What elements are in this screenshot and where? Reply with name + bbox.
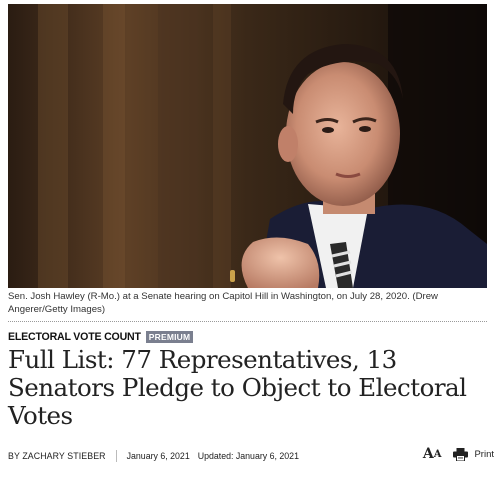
hero-image <box>8 4 487 288</box>
font-size-small-glyph: A <box>433 449 442 460</box>
divider <box>8 321 487 322</box>
hero-photo <box>8 4 487 288</box>
font-size-large-glyph: A <box>422 446 434 462</box>
kicker-row: ELECTORAL VOTE COUNT PREMIUM <box>8 330 194 344</box>
category-link[interactable]: ELECTORAL VOTE COUNT <box>8 330 141 344</box>
byline-separator <box>115 450 117 462</box>
print-label: Print <box>474 449 494 460</box>
author-link[interactable]: BY ZACHARY STIEBER <box>8 451 106 461</box>
article-page: Sen. Josh Hawley (R-Mo.) at a Senate hea… <box>0 0 500 478</box>
byline: BY ZACHARY STIEBER January 6, 2021 Updat… <box>8 449 488 463</box>
article-headline: Full List: 77 Representatives, 13 Senato… <box>8 345 467 430</box>
printer-icon <box>453 448 469 461</box>
updated-date: Updated: January 6, 2021 <box>197 451 299 461</box>
print-button[interactable]: Print <box>453 448 494 461</box>
font-size-icon[interactable]: AA <box>423 446 442 463</box>
image-caption: Sen. Josh Hawley (R-Mo.) at a Senate hea… <box>8 291 438 315</box>
article-tools: AA Print <box>423 446 494 463</box>
premium-badge: PREMIUM <box>145 331 194 343</box>
published-date: January 6, 2021 <box>126 451 190 461</box>
